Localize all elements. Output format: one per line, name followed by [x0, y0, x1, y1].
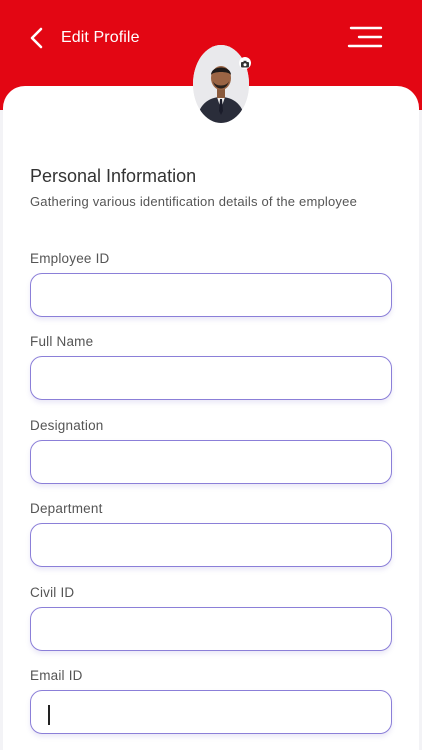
department-label: Department	[30, 501, 103, 516]
full-name-label: Full Name	[30, 334, 94, 349]
employee-id-input[interactable]	[30, 273, 392, 317]
change-photo-button[interactable]	[239, 57, 251, 69]
back-button[interactable]	[26, 26, 50, 50]
avatar[interactable]	[193, 45, 249, 123]
profile-photo-wrap	[193, 45, 251, 123]
page-title: Edit Profile	[61, 29, 140, 46]
camera-icon	[241, 60, 249, 68]
civil-id-label: Civil ID	[30, 585, 75, 600]
profile-photo	[193, 45, 249, 123]
employee-id-label: Employee ID	[30, 251, 110, 266]
menu-button[interactable]	[345, 25, 383, 51]
section-title: Personal Information	[30, 166, 197, 186]
department-input[interactable]	[30, 523, 392, 567]
email-id-input[interactable]	[30, 690, 392, 734]
designation-label: Designation	[30, 418, 104, 433]
civil-id-input[interactable]	[30, 607, 392, 651]
text-cursor	[48, 705, 50, 725]
edit-profile-screen: Edit Profile Personal Information Gather…	[0, 0, 422, 750]
chevron-left-icon	[30, 27, 43, 49]
hamburger-menu-icon	[347, 26, 383, 48]
designation-input[interactable]	[30, 440, 392, 484]
section-subtitle: Gathering various identification details…	[30, 194, 357, 209]
full-name-input[interactable]	[30, 356, 392, 400]
email-id-label: Email ID	[30, 668, 83, 683]
